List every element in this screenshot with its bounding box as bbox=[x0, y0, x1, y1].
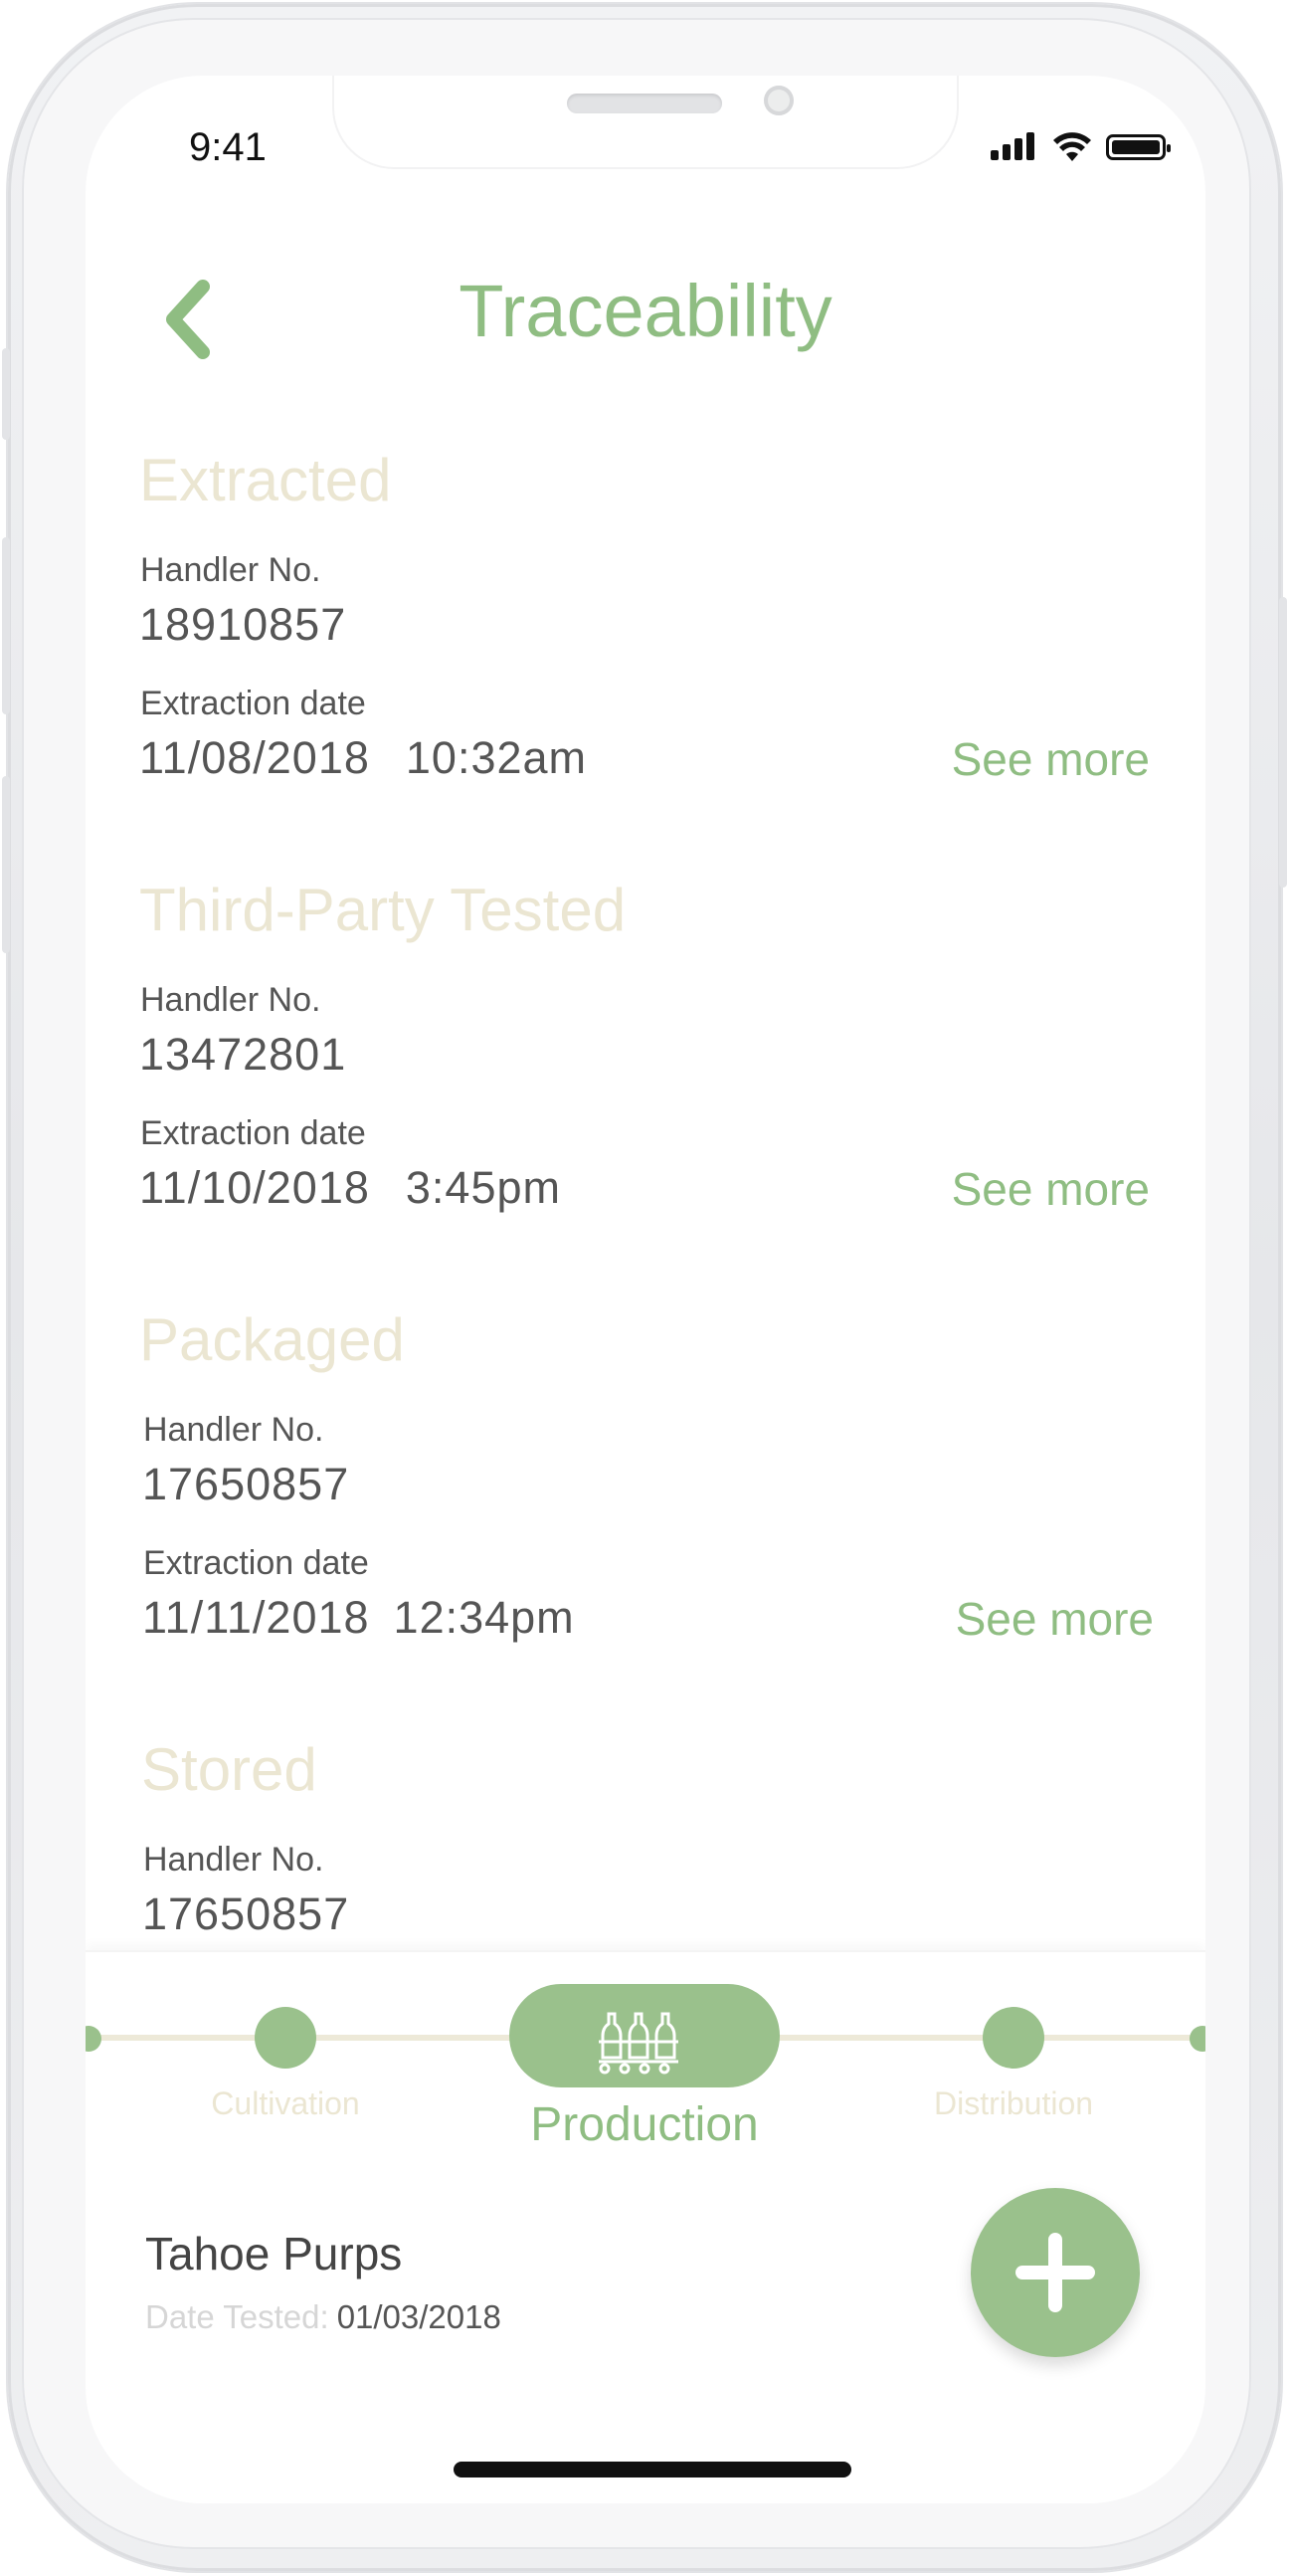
camera bbox=[764, 86, 794, 115]
volume-down-button bbox=[2, 776, 10, 953]
handler-value: 18910857 bbox=[139, 599, 347, 650]
mute-switch bbox=[2, 348, 10, 440]
handler-value: 17650857 bbox=[142, 1459, 350, 1509]
home-indicator[interactable] bbox=[454, 2462, 851, 2477]
volume-up-button bbox=[2, 537, 10, 714]
timeline-label-production: Production bbox=[530, 2098, 759, 2151]
handler-value: 13472801 bbox=[139, 1029, 347, 1080]
section-title-extracted: Extracted bbox=[139, 447, 392, 513]
timeline-step-production[interactable] bbox=[509, 1984, 780, 2087]
see-more-link[interactable]: See more bbox=[952, 1162, 1150, 1216]
time: 10:32am bbox=[405, 732, 588, 783]
date-tested: Date Tested: 01/03/2018 bbox=[145, 2298, 501, 2336]
timeline-dot-distribution[interactable] bbox=[983, 2007, 1044, 2069]
notch bbox=[334, 76, 957, 167]
date-tested-label: Date Tested: bbox=[145, 2298, 329, 2335]
date-value: 11/08/2018 10:32am bbox=[139, 732, 587, 784]
battery-icon bbox=[1106, 134, 1171, 160]
handler-label: Handler No. bbox=[140, 981, 321, 1019]
time: 12:34pm bbox=[393, 1592, 575, 1643]
power-button bbox=[1279, 597, 1287, 888]
date-value: 11/10/2018 3:45pm bbox=[139, 1162, 561, 1214]
status-time: 9:41 bbox=[189, 125, 267, 169]
section-title-packaged: Packaged bbox=[139, 1306, 405, 1373]
speaker bbox=[567, 94, 722, 113]
handler-value: 17650857 bbox=[142, 1888, 350, 1939]
date-label: Extraction date bbox=[143, 1544, 369, 1582]
timeline-dot-cultivation[interactable] bbox=[255, 2007, 316, 2069]
date: 11/08/2018 bbox=[139, 732, 370, 783]
timeline-label-distribution: Distribution bbox=[933, 2085, 1094, 2121]
date-value: 11/11/2018 12:34pm bbox=[142, 1592, 575, 1644]
plus-icon bbox=[1015, 2233, 1095, 2312]
handler-label: Handler No. bbox=[143, 1411, 324, 1449]
section-title-stored: Stored bbox=[141, 1736, 317, 1803]
see-more-link[interactable]: See more bbox=[956, 1592, 1154, 1646]
date-label: Extraction date bbox=[140, 685, 366, 722]
time: 3:45pm bbox=[405, 1162, 561, 1213]
handler-label: Handler No. bbox=[143, 1841, 324, 1879]
screen: 9:41 Traceability Extracted Handler No. … bbox=[86, 76, 1205, 2503]
date: 11/11/2018 bbox=[142, 1592, 370, 1643]
cellular-signal-icon bbox=[991, 132, 1038, 162]
page-title: Traceability bbox=[459, 270, 832, 352]
see-more-link[interactable]: See more bbox=[952, 732, 1150, 786]
date: 11/10/2018 bbox=[139, 1162, 370, 1213]
wifi-icon bbox=[1053, 132, 1091, 161]
handler-label: Handler No. bbox=[140, 551, 321, 589]
date-tested-value: 01/03/2018 bbox=[336, 2298, 501, 2335]
section-title-third-party-tested: Third-Party Tested bbox=[139, 877, 627, 943]
date-label: Extraction date bbox=[140, 1114, 366, 1152]
bottles-icon bbox=[599, 2012, 678, 2075]
add-button[interactable] bbox=[971, 2188, 1140, 2357]
timeline-label-cultivation: Cultivation bbox=[211, 2085, 360, 2121]
product-name: Tahoe Purps bbox=[145, 2228, 403, 2279]
status-icons bbox=[991, 127, 1171, 167]
